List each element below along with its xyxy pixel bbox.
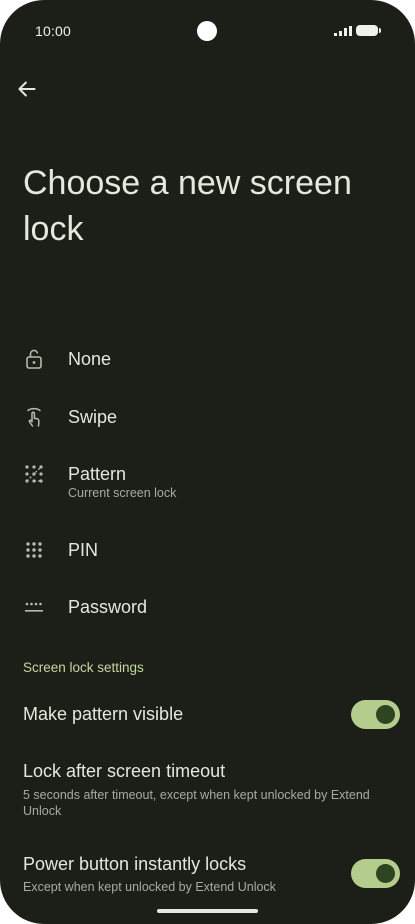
pin-icon <box>26 542 42 558</box>
signal-icon <box>334 26 352 36</box>
power-button-locks-toggle[interactable] <box>351 859 400 888</box>
option-label: PIN <box>68 540 99 560</box>
option-sublabel: Current screen lock <box>68 486 177 500</box>
option-label: Swipe <box>68 407 118 427</box>
option-none[interactable]: None <box>0 334 415 386</box>
option-password[interactable]: Password <box>0 582 415 634</box>
page-title: Choose a new screen lock <box>23 164 352 248</box>
option-pattern[interactable]: Pattern Current screen lock <box>0 449 415 501</box>
lock-after-timeout-summary: 5 seconds after timeout, except when kep… <box>23 788 370 818</box>
section-header: Screen lock settings <box>23 660 144 675</box>
option-pin[interactable]: PIN <box>0 525 415 577</box>
make-pattern-visible-label[interactable]: Make pattern visible <box>23 704 183 725</box>
swipe-icon <box>27 407 41 427</box>
toggle-knob <box>376 705 395 724</box>
option-swipe[interactable]: Swipe <box>0 392 415 444</box>
status-bar: 10:00 <box>0 0 415 62</box>
home-indicator[interactable] <box>157 909 258 913</box>
make-pattern-visible-toggle[interactable] <box>351 700 400 729</box>
phone-screen: 10:00 Choose a new screen lock None Swip… <box>0 0 415 924</box>
battery-icon <box>356 25 381 36</box>
camera-cutout <box>197 21 217 41</box>
back-arrow-icon[interactable] <box>14 76 40 102</box>
toggle-knob <box>376 864 395 883</box>
power-button-locks-label[interactable]: Power button instantly locks <box>23 854 246 875</box>
lock-after-timeout-label[interactable]: Lock after screen timeout <box>23 761 225 782</box>
status-time: 10:00 <box>35 23 72 39</box>
power-button-locks-summary: Except when kept unlocked by Extend Unlo… <box>23 880 276 894</box>
lock-open-icon <box>26 349 42 369</box>
password-icon <box>25 602 43 612</box>
pattern-icon <box>25 465 43 483</box>
option-label: None <box>68 349 112 369</box>
option-label: Pattern <box>68 464 127 484</box>
option-label: Password <box>68 597 148 617</box>
